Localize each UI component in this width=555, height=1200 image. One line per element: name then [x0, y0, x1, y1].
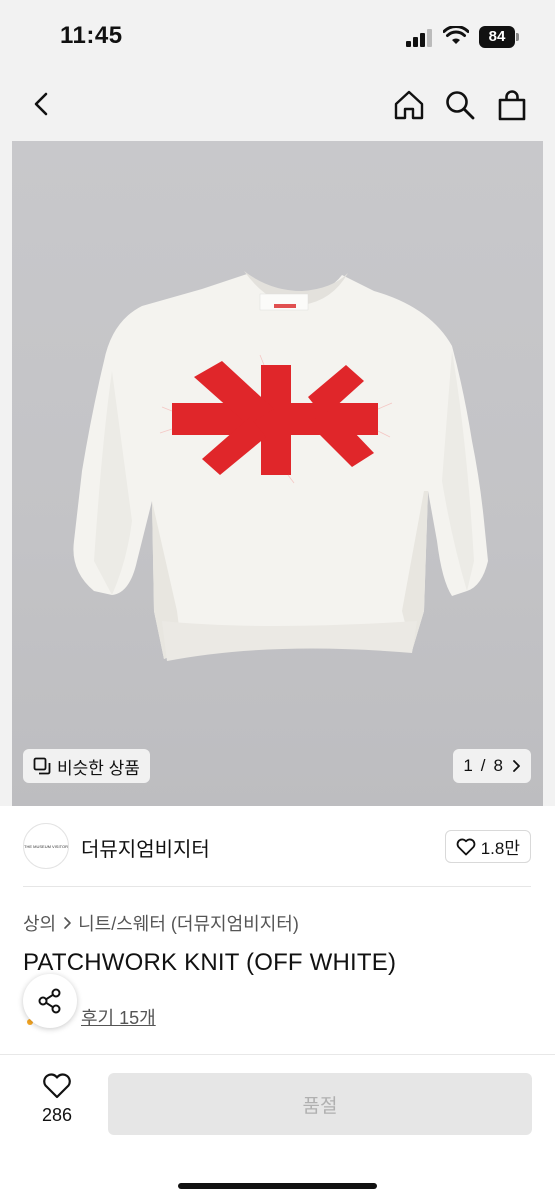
- bottom-action-bar: 286 품절: [0, 1054, 555, 1200]
- sweater-photo: [73, 271, 488, 661]
- product-title: PATCHWORK KNIT (OFF WHITE): [23, 949, 397, 976]
- wifi-icon: [443, 26, 469, 44]
- page-total: 8: [493, 756, 503, 775]
- shopping-bag-icon: [498, 90, 526, 121]
- similar-products-button[interactable]: 비슷한 상품: [23, 749, 150, 783]
- cart-button[interactable]: [492, 85, 532, 125]
- wishlist-count: 286: [41, 1105, 73, 1125]
- share-button[interactable]: [23, 974, 77, 1028]
- search-icon: [446, 91, 475, 120]
- wishlist-button[interactable]: 286: [24, 1073, 90, 1139]
- status-bar: 11:45 84: [0, 0, 555, 72]
- breadcrumb: 상의 니트/스웨터 (더뮤지엄비지터): [23, 910, 299, 936]
- status-time: 11:45: [60, 22, 123, 49]
- chevron-right-icon: [513, 760, 520, 772]
- chevron-right-icon: [64, 917, 71, 929]
- home-icon: [394, 90, 424, 120]
- battery-indicator: 84: [479, 26, 519, 48]
- breadcrumb-category[interactable]: 니트/스웨터 (더뮤지엄비지터): [78, 910, 299, 936]
- copy-icon: [33, 757, 51, 775]
- chevron-left-icon: [34, 92, 48, 116]
- image-page-indicator[interactable]: 1 / 8: [453, 749, 531, 783]
- cellular-signal-icon: [406, 29, 432, 47]
- heart-icon: [43, 1073, 71, 1099]
- product-image[interactable]: 비슷한 상품 1 / 8: [12, 141, 543, 806]
- back-button[interactable]: [24, 86, 60, 122]
- share-icon: [38, 988, 61, 1014]
- brand-logo-text: THE MUSEUM VISITOR: [24, 843, 68, 849]
- review-link[interactable]: 후기 15개: [81, 1004, 156, 1030]
- page-current: 1: [463, 756, 473, 775]
- product-info: THE MUSEUM VISITOR 더뮤지엄비지터 1.8만 상의 니트/스웨…: [0, 806, 555, 1054]
- page-separator: /: [480, 756, 486, 775]
- nav-bar: [0, 72, 555, 140]
- search-button[interactable]: [440, 85, 480, 125]
- heart-icon: [456, 838, 476, 855]
- soldout-button[interactable]: 품절: [108, 1073, 532, 1135]
- brand-row[interactable]: THE MUSEUM VISITOR 더뮤지엄비지터 1.8만: [0, 806, 555, 886]
- brand-logo[interactable]: THE MUSEUM VISITOR: [23, 823, 69, 869]
- home-button[interactable]: [389, 85, 429, 125]
- breadcrumb-root[interactable]: 상의: [23, 910, 56, 936]
- brand-like-button[interactable]: 1.8만: [444, 830, 531, 863]
- brand-like-count: 1.8만: [480, 839, 520, 858]
- similar-products-label: 비슷한 상품: [57, 758, 140, 778]
- home-indicator: [178, 1183, 377, 1189]
- brand-name[interactable]: 더뮤지엄비지터: [81, 833, 210, 862]
- divider: [23, 886, 531, 887]
